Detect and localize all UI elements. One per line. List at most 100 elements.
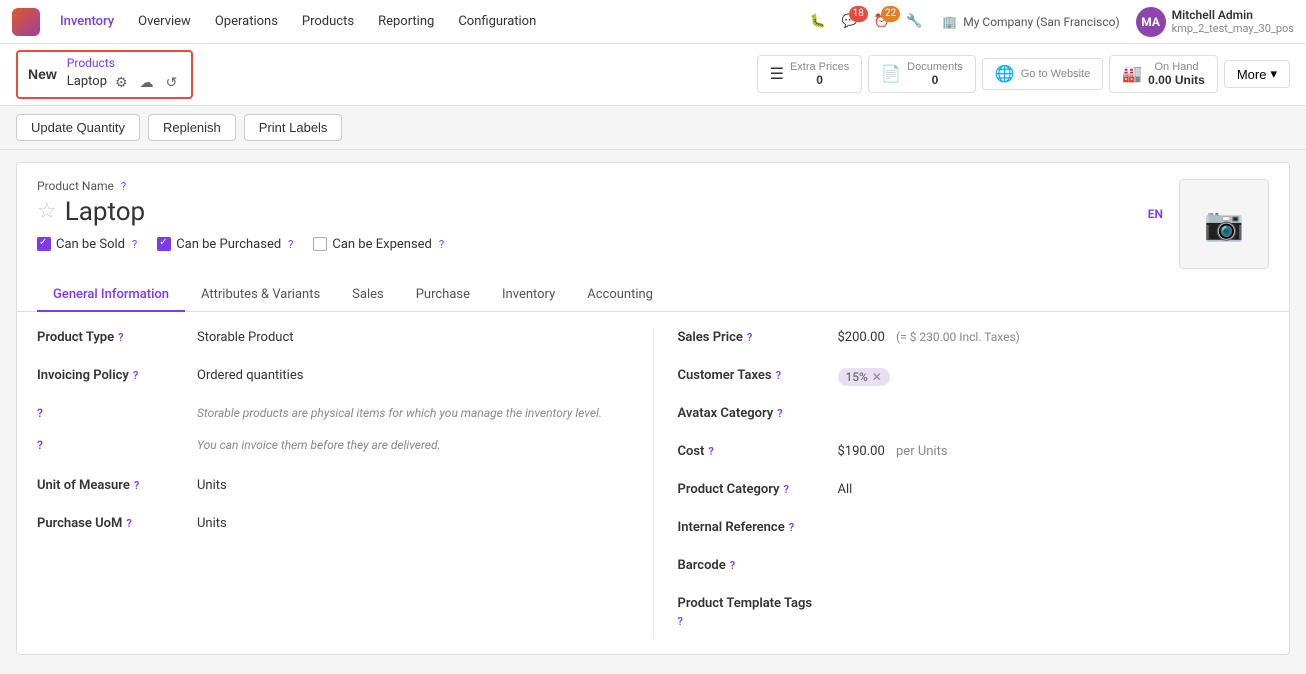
favorite-star[interactable]: ☆ (37, 199, 57, 224)
document-icon: 📄 (881, 64, 901, 84)
product-type-help[interactable]: ? (118, 331, 123, 344)
avatax-help[interactable]: ? (777, 407, 782, 420)
bug-icon: 🐛 (810, 14, 826, 29)
product-name-help[interactable]: ? (121, 180, 126, 193)
internal-reference-value[interactable] (838, 518, 1270, 520)
app-logo (12, 8, 40, 36)
can-be-purchased-checkbox[interactable]: Can be Purchased ? (157, 237, 293, 252)
customer-taxes-tag[interactable]: 15% ✕ (838, 368, 890, 386)
customer-taxes-label: Customer Taxes ? (678, 366, 838, 383)
internal-reference-help[interactable]: ? (789, 521, 794, 534)
replenish-button[interactable]: Replenish (148, 114, 236, 141)
product-category-value[interactable]: All (838, 480, 1270, 497)
cost-help[interactable]: ? (708, 445, 713, 458)
customer-taxes-help[interactable]: ? (776, 369, 781, 382)
can-be-purchased-help[interactable]: ? (288, 238, 293, 251)
camera-icon: 📷 (1204, 205, 1244, 243)
more-btn[interactable]: More ▾ (1224, 60, 1290, 88)
uom-value[interactable]: Units (197, 476, 629, 493)
tab-inventory[interactable]: Inventory (486, 279, 571, 312)
purchase-uom-help[interactable]: ? (126, 517, 131, 530)
settings-icon-btn[interactable]: ⚙ (111, 72, 132, 93)
new-button[interactable]: New (28, 66, 57, 82)
left-column: Product Type ? Storable Product Invoicin… (37, 328, 629, 638)
customer-taxes-value[interactable]: 15% ✕ (838, 366, 1270, 386)
product-tags-value[interactable] (838, 594, 1270, 596)
nav-products[interactable]: Products (292, 8, 364, 35)
barcode-value[interactable] (838, 556, 1270, 558)
product-type-label: Product Type ? (37, 328, 197, 345)
sales-price-value[interactable]: $200.00 (= $ 230.00 Incl. Taxes) (838, 328, 1270, 345)
cost-label: Cost ? (678, 442, 838, 459)
note1-row: ? Storable products are physical items f… (37, 404, 629, 432)
uom-row: Unit of Measure ? Units (37, 476, 629, 504)
cost-value[interactable]: $190.00 per Units (838, 442, 1270, 459)
update-quantity-button[interactable]: Update Quantity (16, 114, 140, 141)
product-type-value[interactable]: Storable Product (197, 328, 629, 345)
note2-help[interactable]: ? (37, 438, 43, 452)
bug-icon-btn[interactable]: 🐛 (806, 10, 830, 33)
settings-btn[interactable]: 🔧 (902, 10, 926, 33)
main-content: Product Name ? ☆ Laptop EN Can be Sold ? (0, 150, 1306, 674)
product-title[interactable]: Laptop (65, 197, 145, 227)
tab-purchase[interactable]: Purchase (400, 279, 486, 312)
nav-overview[interactable]: Overview (128, 8, 201, 35)
invoicing-policy-help[interactable]: ? (133, 369, 138, 382)
barcode-label: Barcode ? (678, 556, 838, 573)
avatax-value[interactable] (838, 404, 1270, 406)
nav-configuration[interactable]: Configuration (448, 8, 546, 35)
product-category-help[interactable]: ? (784, 483, 789, 496)
product-tags-help[interactable]: ? (678, 615, 683, 628)
avatax-label: Avatax Category ? (678, 404, 838, 421)
invoicing-policy-value[interactable]: Ordered quantities (197, 366, 629, 383)
cloud-icon-btn[interactable]: ☁ (136, 72, 158, 93)
nav-operations[interactable]: Operations (205, 8, 288, 35)
extra-prices-btn[interactable]: ☰ Extra Prices 0 (757, 55, 863, 93)
uom-label: Unit of Measure ? (37, 476, 197, 493)
can-be-expensed-help[interactable]: ? (439, 238, 444, 251)
on-hand-btn[interactable]: 🏭 On Hand 0.00 Units (1109, 55, 1218, 93)
can-be-purchased-label: Can be Purchased (176, 237, 281, 252)
product-checkboxes: Can be Sold ? Can be Purchased ? Can be … (37, 237, 1163, 252)
tab-attributes-variants[interactable]: Attributes & Variants (185, 279, 336, 312)
list-icon: ☰ (770, 64, 784, 84)
company-building-icon: 🏢 (942, 15, 957, 29)
sales-price-label: Sales Price ? (678, 328, 838, 345)
can-be-sold-check-icon (37, 237, 51, 251)
can-be-sold-checkbox[interactable]: Can be Sold ? (37, 237, 137, 252)
internal-reference-label: Internal Reference ? (678, 518, 838, 535)
barcode-help[interactable]: ? (730, 559, 735, 572)
can-be-sold-help[interactable]: ? (132, 238, 137, 251)
internal-reference-row: Internal Reference ? (678, 518, 1270, 546)
product-image[interactable]: 📷 (1179, 179, 1269, 269)
nav-reporting[interactable]: Reporting (368, 8, 444, 35)
messages-btn[interactable]: 💬 18 (838, 10, 862, 33)
right-column: Sales Price ? $200.00 (= $ 230.00 Incl. … (653, 328, 1270, 638)
on-hand-value: 0.00 Units (1148, 73, 1205, 87)
discard-icon-btn[interactable]: ↺ (162, 72, 182, 93)
note1-help[interactable]: ? (37, 406, 43, 420)
print-labels-button[interactable]: Print Labels (244, 114, 343, 141)
language-button[interactable]: EN (1148, 207, 1163, 221)
avatar: MA (1136, 7, 1166, 37)
extra-prices-count: 0 (790, 73, 849, 87)
go-to-website-btn[interactable]: 🌐 Go to Website (982, 58, 1103, 90)
company-info: 🏢 My Company (San Francisco) (934, 15, 1127, 29)
breadcrumb-products-link[interactable]: Products (67, 56, 182, 72)
note1-text: Storable products are physical items for… (197, 404, 629, 420)
remove-tax-btn[interactable]: ✕ (872, 370, 882, 384)
uom-help[interactable]: ? (134, 479, 139, 492)
tab-accounting[interactable]: Accounting (571, 279, 669, 312)
can-be-purchased-check-icon (157, 237, 171, 251)
user-menu[interactable]: MA Mitchell Admin kmp_2_test_may_30_pos (1136, 7, 1294, 37)
nav-inventory[interactable]: Inventory (50, 8, 124, 35)
purchase-uom-value[interactable]: Units (197, 514, 629, 531)
tasks-btn[interactable]: ⏰ 22 (870, 10, 894, 33)
tab-general-information[interactable]: General Information (37, 279, 185, 312)
website-icon: 🌐 (995, 64, 1015, 84)
can-be-expensed-checkbox[interactable]: Can be Expensed ? (313, 237, 444, 252)
tab-sales[interactable]: Sales (336, 279, 400, 312)
documents-btn[interactable]: 📄 Documents 0 (868, 55, 976, 93)
sales-price-help[interactable]: ? (747, 331, 752, 344)
chevron-down-icon: ▾ (1270, 66, 1277, 82)
